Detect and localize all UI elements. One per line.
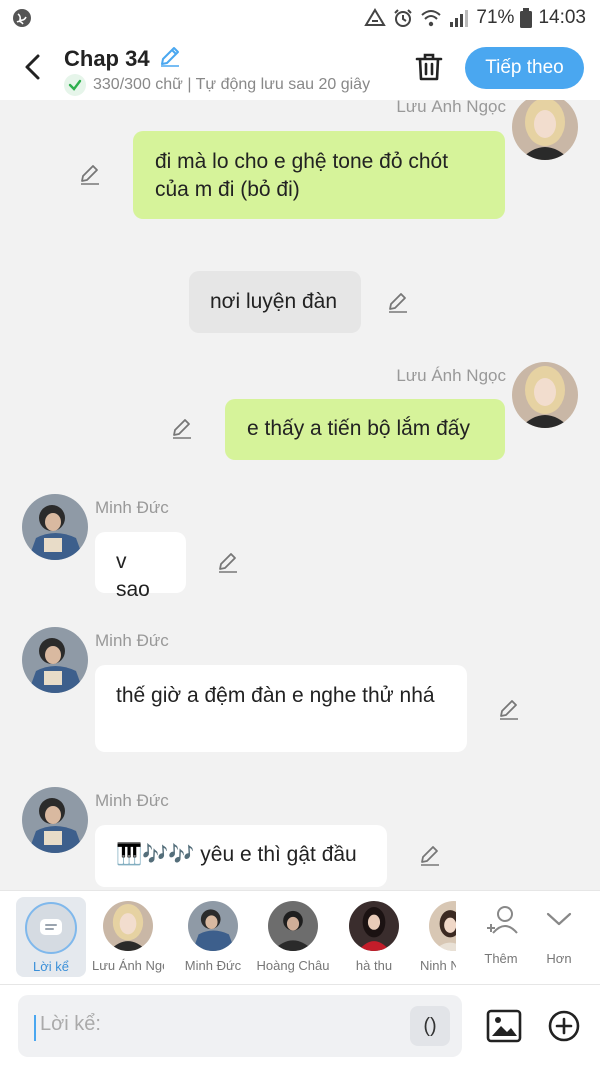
character-label: Lưu Ánh Ngọc [92, 958, 164, 973]
edit-icon[interactable] [497, 697, 521, 721]
message-input[interactable]: Lời kể: () [18, 995, 462, 1057]
character-luu-anh-ngoc[interactable]: Lưu Ánh Ngọc [92, 891, 164, 985]
parentheses-button[interactable]: () [410, 1006, 450, 1046]
avatar [268, 901, 318, 951]
edit-icon[interactable] [418, 843, 442, 867]
edit-icon[interactable] [170, 416, 194, 440]
avatar [103, 901, 153, 951]
character-label: Ninh Nhi [420, 958, 456, 973]
sender-name: Lưu Ánh Ngọc [396, 366, 506, 385]
avatar [429, 901, 456, 951]
character-ha-thu[interactable]: hà thu [338, 891, 410, 985]
add-button[interactable] [547, 1009, 581, 1043]
wifi-icon [420, 8, 442, 28]
sender-name: Minh Đức [95, 631, 169, 650]
pencil-icon[interactable] [158, 44, 182, 74]
avatar-minh-duc[interactable] [22, 494, 88, 560]
word-count-autosave: 330/300 chữ | Tự động lưu sau 20 giây [93, 76, 371, 93]
message-bubble[interactable]: đi mà lo cho e ghệ tone đỏ chót của m đi… [133, 131, 505, 219]
image-icon [486, 1009, 522, 1043]
edit-icon[interactable] [386, 290, 410, 314]
browser-globe-icon [12, 8, 32, 28]
signal-icon [448, 8, 470, 28]
avatar [349, 901, 399, 951]
battery-percent: 71% [476, 7, 515, 28]
add-person-icon [487, 906, 518, 934]
narrator-tab[interactable]: Lời kể [16, 897, 86, 977]
status-bar: 71% 14:03 [0, 0, 600, 36]
avatar [188, 901, 238, 951]
avatar-luu-anh-ngoc[interactable] [512, 362, 578, 428]
chevron-left-icon [25, 54, 40, 80]
character-ninh-nhi[interactable]: Ninh Nhi [416, 891, 456, 985]
clock-time: 14:03 [538, 7, 586, 28]
sender-name: Minh Đức [95, 498, 169, 517]
battery-icon [520, 8, 533, 28]
more-button[interactable]: Hơn [534, 891, 584, 985]
avatar-minh-duc[interactable] [22, 787, 88, 853]
text-caret [34, 1015, 36, 1041]
edit-icon[interactable] [78, 162, 102, 186]
character-selector: Lời kể Lưu Ánh Ngọc Minh Đức Hoàng Châu … [0, 890, 600, 984]
composer: Lời kể: () [0, 984, 600, 1067]
avatar-luu-anh-ngoc[interactable] [512, 100, 578, 160]
message-bubble[interactable]: 🎹🎶🎶 yêu e thì gật đầu [95, 825, 387, 887]
chat-area[interactable]: Lưu Ánh Ngọc đi mà lo cho e ghệ tone đỏ … [0, 100, 600, 890]
character-label: hà thu [355, 958, 393, 973]
add-label: Thêm [484, 951, 518, 966]
sender-name: Minh Đức [95, 791, 169, 810]
app-header: Chap 34 330/300 chữ | Tự động lưu sau 20… [0, 36, 600, 100]
message-bubble[interactable]: e thấy a tiến bộ lắm đấy [225, 399, 505, 460]
character-label: Hoàng Châu [256, 958, 330, 973]
delete-button[interactable] [412, 50, 446, 84]
character-hoang-chau[interactable]: Hoàng Châu [256, 891, 330, 985]
narration-icon [25, 902, 77, 954]
edit-icon[interactable] [216, 550, 240, 574]
plus-circle-icon [548, 1010, 580, 1042]
chevron-down-icon [546, 912, 572, 926]
narrator-label: Lời kể [33, 959, 69, 974]
sender-name: Lưu Ánh Ngọc [396, 100, 506, 116]
message-bubble[interactable]: v sao [95, 532, 186, 601]
add-character-button[interactable]: Thêm [472, 891, 530, 985]
insert-image-button[interactable] [486, 1009, 522, 1043]
input-placeholder: Lời kể: [40, 1013, 101, 1035]
trash-icon [415, 53, 443, 81]
more-label: Hơn [546, 951, 572, 966]
character-minh-duc[interactable]: Minh Đức [176, 891, 250, 985]
save-status: 330/300 chữ | Tự động lưu sau 20 giây [64, 74, 392, 96]
back-button[interactable] [18, 50, 48, 84]
data-saver-icon [364, 8, 387, 28]
chapter-title: Chap 34 [64, 46, 150, 71]
message-bubble[interactable]: thế giờ a đệm đàn e nghe thử nhá [95, 665, 467, 752]
alarm-icon [392, 8, 414, 28]
check-icon [64, 74, 86, 96]
chapter-title-group[interactable]: Chap 34 [64, 44, 182, 74]
narration-bubble[interactable]: nơi luyện đàn [189, 271, 361, 333]
character-label: Minh Đức [184, 958, 242, 973]
avatar-minh-duc[interactable] [22, 627, 88, 693]
next-button[interactable]: Tiếp theo [465, 47, 584, 89]
